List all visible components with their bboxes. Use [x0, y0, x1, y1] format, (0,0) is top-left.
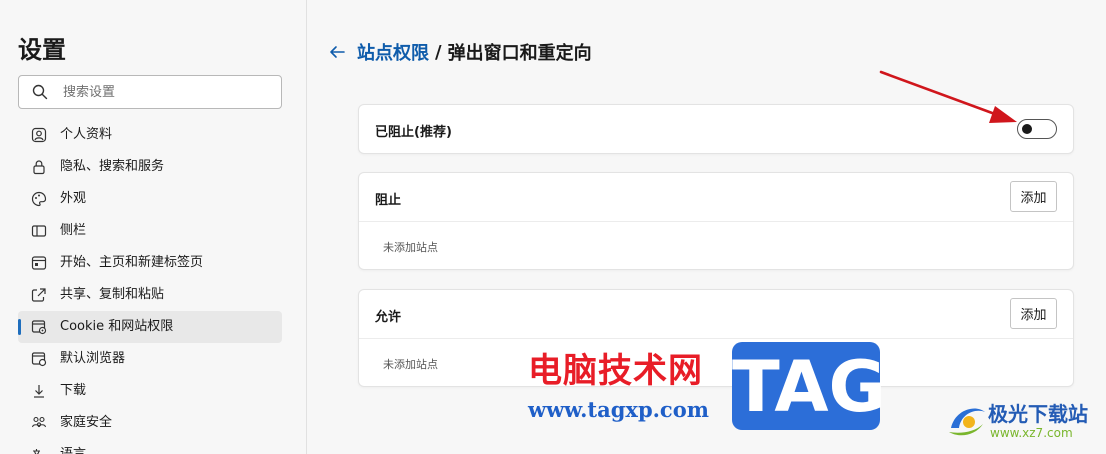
- block-section-card: 阻止 添加 未添加站点: [358, 172, 1074, 270]
- share-icon: [31, 288, 46, 302]
- search-input[interactable]: [63, 76, 273, 108]
- search-box[interactable]: [18, 75, 282, 109]
- sidebar-title: 设置: [18, 36, 66, 64]
- download-icon: [34, 385, 44, 398]
- allow-empty-text: 未添加站点: [383, 358, 438, 371]
- sidebar-item-profile[interactable]: 个人资料: [18, 119, 282, 151]
- breadcrumb-separator: /: [435, 41, 442, 63]
- annotation-arrow-icon: [879, 70, 1017, 123]
- page-title: 弹出窗口和重定向: [447, 43, 592, 64]
- watermark-cn-text: 电脑技术网: [528, 351, 703, 391]
- sidebar-item-label: 侧栏: [60, 223, 87, 238]
- sidebar-nav: 个人资料 隐私、搜索和服务 外观 侧栏 开始、主页和新建标签页 共享、复制和粘贴…: [18, 119, 282, 454]
- sidebar-item-label: 家庭安全: [60, 415, 113, 430]
- language-icon: [33, 449, 40, 454]
- block-section-title: 阻止: [375, 193, 402, 208]
- palette-icon: [31, 191, 47, 207]
- sidebar-item-downloads[interactable]: 下载: [18, 375, 282, 407]
- sidebar-item-family[interactable]: 家庭安全: [18, 407, 282, 439]
- sidebar-item-label: 外观: [60, 191, 87, 206]
- sidebar-item-cookies-permissions[interactable]: Cookie 和网站权限: [18, 311, 282, 343]
- sidebar-item-language[interactable]: 语言: [18, 439, 282, 454]
- block-empty-text: 未添加站点: [383, 241, 438, 254]
- sidebar-item-label: 开始、主页和新建标签页: [60, 255, 204, 270]
- sidebar-item-label: 共享、复制和粘贴: [60, 287, 165, 302]
- aurora-logo-icon: [949, 408, 985, 436]
- sidebar-item-sidebar[interactable]: 侧栏: [18, 215, 282, 247]
- home-tab-icon: [31, 256, 47, 270]
- sidebar-item-label: 个人资料: [60, 127, 113, 142]
- allow-section-title: 允许: [375, 310, 402, 325]
- watermark-site-name: 极光下载站: [988, 402, 1088, 426]
- sidebar-item-label: 隐私、搜索和服务: [60, 159, 165, 174]
- sidebar-item-privacy[interactable]: 隐私、搜索和服务: [18, 151, 282, 183]
- sidebar-item-label: 下载: [60, 383, 87, 398]
- back-arrow-icon[interactable]: [327, 42, 347, 62]
- watermark-url: www.tagxp.com: [528, 397, 709, 422]
- family-icon: [31, 416, 47, 428]
- site-permissions-icon: [31, 320, 47, 335]
- lock-icon: [33, 160, 45, 175]
- sidebar-item-appearance[interactable]: 外观: [18, 183, 282, 215]
- breadcrumb: 站点权限 / 弹出窗口和重定向: [327, 40, 592, 64]
- search-icon: [32, 84, 48, 100]
- watermark-tag-text: TAG: [732, 346, 886, 428]
- sidebar-item-label: 语言: [60, 447, 86, 454]
- allow-add-button[interactable]: 添加: [1010, 298, 1057, 329]
- sidebar-item-share[interactable]: 共享、复制和粘贴: [18, 279, 282, 311]
- settings-sidebar: 设置 个人资料 隐私、搜索和服务 外观 侧栏 开始、主页和新建标签页: [0, 0, 307, 454]
- sidebar-icon: [31, 225, 47, 237]
- block-add-button[interactable]: 添加: [1010, 181, 1057, 212]
- profile-icon: [31, 127, 47, 143]
- browser-icon: [31, 352, 47, 367]
- sidebar-item-start-home[interactable]: 开始、主页和新建标签页: [18, 247, 282, 279]
- watermark-tag-logo: TAG: [732, 342, 886, 430]
- breadcrumb-site-permissions-link[interactable]: 站点权限: [357, 39, 429, 65]
- sidebar-item-label: Cookie 和网站权限: [60, 319, 174, 334]
- allow-section-card: 允许 添加 未添加站点: [358, 289, 1074, 387]
- sidebar-item-default-browser[interactable]: 默认浏览器: [18, 343, 282, 375]
- sidebar-item-label: 默认浏览器: [60, 351, 126, 366]
- blocked-setting-label: 已阻止(推荐): [375, 125, 452, 140]
- watermark-site-url: www.xz7.com: [990, 426, 1073, 440]
